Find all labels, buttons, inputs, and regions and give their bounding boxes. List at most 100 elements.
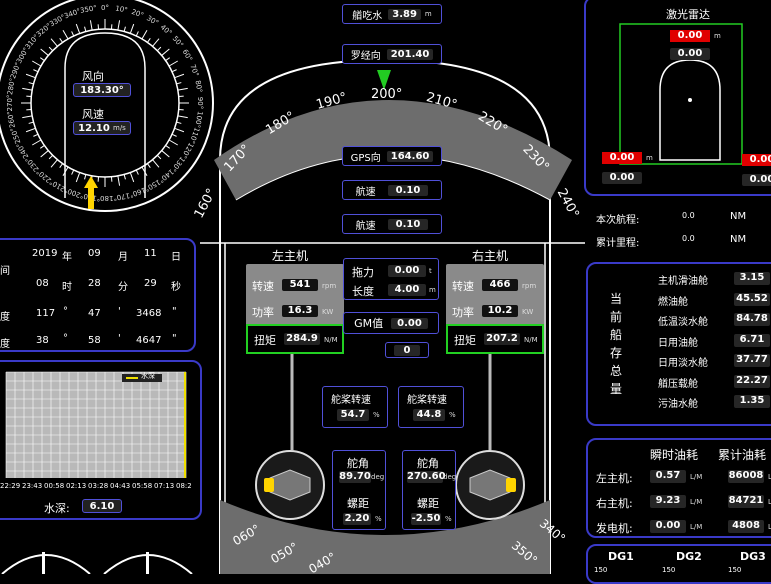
total-voyage-value: 0.0: [682, 234, 695, 243]
wind-direction-label: 风向: [82, 68, 104, 84]
draft-value: 3.89: [388, 9, 421, 20]
month-unit: 月: [118, 248, 128, 263]
storage-item-label: 低温淡水舱: [658, 313, 708, 328]
fuel-row-label: 发电机:: [596, 520, 633, 536]
fuel-instant-value: 0.00: [650, 520, 686, 533]
depth-label: 水深:: [44, 500, 70, 516]
right-power-label: 功率: [452, 304, 474, 320]
tow-force-value: 0.00: [388, 265, 426, 277]
speed2-value: 0.10: [388, 219, 429, 230]
fuel-panel: 瞬时油耗 累计油耗 左主机:0.57L/M86008L右主机:9.23L/M84…: [586, 438, 771, 538]
heading-tick-label: 200°: [371, 87, 402, 102]
this-voyage-label: 本次航程:: [596, 211, 639, 226]
gps-box: GPS向 164.60: [342, 146, 442, 166]
depth-x-tick: 00:58: [44, 482, 64, 490]
speed1-label: 航速: [356, 183, 376, 198]
depth-x-tick: 22:29: [0, 482, 20, 490]
tow-length-value: 4.00: [388, 284, 426, 296]
fuel-total-header: 累计油耗: [718, 446, 766, 463]
wind-direction-text: 183.30°: [80, 85, 124, 96]
speed1-value: 0.10: [388, 185, 429, 196]
longitude-min: 47: [88, 308, 101, 319]
lidar-left-red: 0.00: [602, 152, 642, 164]
fuel-total-value: 86008: [728, 470, 764, 483]
minute-value: 28: [88, 278, 101, 289]
right-rudder-speed-unit: %: [449, 411, 456, 419]
speed2-label: 航速: [356, 217, 376, 232]
right-engine-title: 右主机: [472, 247, 508, 264]
right-power-unit: KW: [522, 308, 533, 316]
heading-box: 罗经向 201.40: [342, 44, 442, 64]
this-voyage-unit: NM: [730, 211, 746, 222]
right-rudder-speed-label: 舵桨转速: [407, 391, 447, 406]
left-pitch-value: 2.20: [343, 513, 371, 525]
fuel-row-label: 左主机:: [596, 470, 633, 486]
lidar-left-unit: m: [646, 154, 653, 162]
right-torque-unit: N/M: [524, 336, 538, 344]
tow-force-label: 拖力: [352, 264, 374, 280]
depth-x-tick: 08:2: [176, 482, 192, 490]
draft-label: 艏吃水: [352, 7, 382, 22]
fuel-row-label: 右主机:: [596, 495, 633, 511]
right-speed-label: 转速: [452, 278, 474, 294]
lidar-top-red: 0.00: [670, 30, 710, 42]
left-speed-label: 转速: [252, 278, 274, 294]
storage-side-label: 当前船存总量: [610, 290, 622, 398]
second-value: 29: [144, 278, 157, 289]
storage-item-value: 37.77: [734, 354, 770, 367]
tow-extra-box: 0: [385, 342, 429, 358]
storage-item-value: 45.52: [734, 293, 770, 306]
minute-unit: 分: [118, 278, 128, 293]
right-pitch-label: 螺距: [417, 495, 439, 511]
left-rudder-speed-unit: %: [373, 411, 380, 419]
tow-length-unit: m: [429, 286, 436, 294]
depth-x-tick: 03:28: [88, 482, 108, 490]
left-rudder-angle-box: 舵角 89.70 deg 螺距 2.20 %: [332, 450, 386, 530]
speed2-box: 航速 0.10: [342, 214, 442, 234]
fuel-instant-unit: L/M: [690, 523, 702, 531]
left-torque-unit: N/M: [324, 336, 338, 344]
latitude-sec: 4647: [136, 335, 161, 346]
total-voyage-label: 累计里程:: [596, 234, 639, 249]
year-value: 2019: [32, 248, 57, 259]
lidar-right-gray: 0.00: [742, 174, 771, 186]
gps-label: GPS向: [351, 149, 381, 164]
longitude-sec-unit: ": [172, 306, 177, 317]
left-power-unit: KW: [322, 308, 333, 316]
fuel-instant-unit: L/M: [690, 498, 702, 506]
storage-item-label: 日用油舱: [658, 334, 698, 349]
gps-value: 164.60: [387, 151, 434, 162]
draft-unit: m: [425, 10, 432, 18]
total-voyage-unit: NM: [730, 234, 746, 245]
compass-tick-label: 0°: [101, 4, 109, 12]
left-angle-label: 舵角: [347, 455, 369, 471]
day-unit: 日: [171, 248, 181, 263]
storage-item-label: 污油水舱: [658, 395, 698, 410]
storage-item-label: 燃油舱: [658, 293, 688, 308]
depth-chart: [4, 370, 192, 490]
left-torque-value: 284.9: [284, 333, 320, 345]
right-torque-label: 扭矩: [454, 332, 476, 348]
left-rudder-speed-label: 舵桨转速: [331, 391, 371, 406]
lidar-top-unit: m: [714, 32, 721, 40]
fuel-total-value: 4808: [728, 520, 764, 533]
depth-legend-label: 水深: [141, 371, 155, 381]
datetime-panel: 间 2019 年 09 月 11 日 08 时 28 分 29 秒 度 117 …: [0, 238, 196, 352]
right-torque-row: 扭矩 207.2 N/M: [446, 324, 544, 354]
storage-item-label: 主机滑油舱: [658, 272, 708, 287]
right-speed-unit: rpm: [522, 282, 536, 290]
compass-dial: 340°350°0°10°20°30°40°50°60°70°80°90°100…: [0, 0, 220, 218]
left-speed-value: 541: [282, 279, 318, 291]
dg1-scale: 150: [594, 566, 607, 574]
left-pitch-unit: %: [375, 515, 382, 523]
month-value: 09: [88, 248, 101, 259]
fuel-instant-header: 瞬时油耗: [650, 446, 698, 463]
left-engine-title: 左主机: [272, 247, 308, 264]
latitude-min-unit: ': [118, 333, 121, 344]
wind-compass: 340°350°0°10°20°30°40°50°60°70°80°90°100…: [0, 0, 220, 218]
speed1-box: 航速 0.10: [342, 180, 442, 200]
heading-value: 201.40: [387, 49, 434, 60]
depth-x-tick: 02:13: [66, 482, 86, 490]
storage-item-value: 1.35: [734, 395, 770, 408]
right-torque-value: 207.2: [484, 333, 520, 345]
